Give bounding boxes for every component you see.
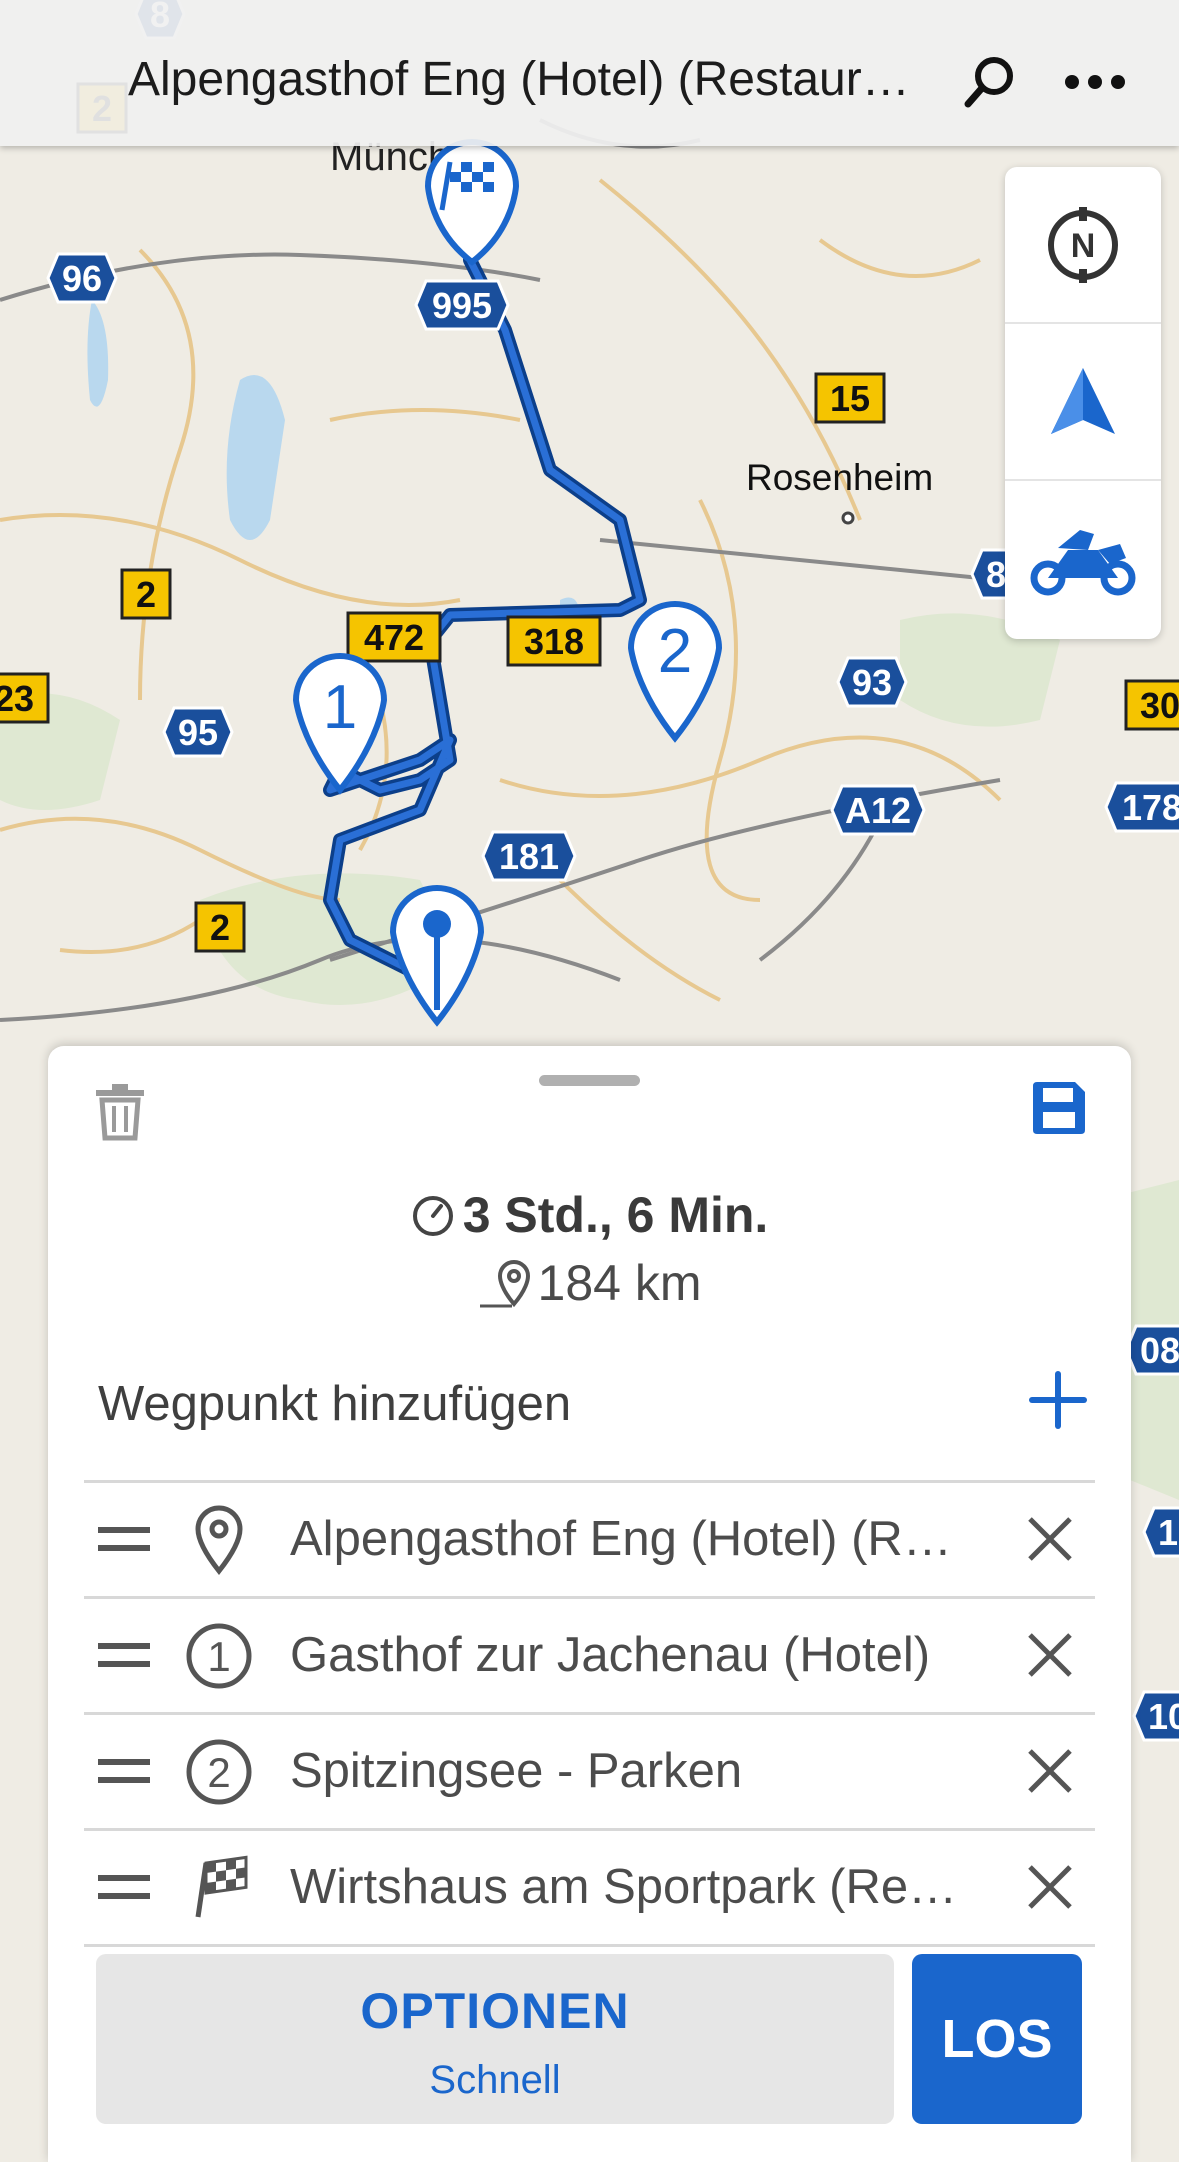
road-shield-label: 178 xyxy=(1122,787,1179,828)
road-shield-label: 30 xyxy=(1140,685,1179,726)
trash-icon[interactable] xyxy=(92,1082,148,1142)
road-shield-label: 93 xyxy=(852,662,892,703)
road-shield-08: 08 xyxy=(1124,1324,1179,1376)
waypoint-label: Gasthof zur Jachenau (Hotel) xyxy=(290,1628,931,1682)
drag-handle-icon[interactable] xyxy=(98,1635,150,1675)
top-bar: Alpengasthof Eng (Hotel) (Restaurant) xyxy=(0,0,1179,146)
road-shield-label: 15 xyxy=(830,378,870,419)
more-options-icon[interactable] xyxy=(1060,52,1130,112)
vehicle-profile-button[interactable] xyxy=(1005,481,1161,638)
save-icon[interactable] xyxy=(1031,1080,1087,1136)
checkered-flag-icon xyxy=(195,1855,248,1918)
waypoint-label: Spitzingsee - Parken xyxy=(290,1744,743,1798)
add-waypoint-label[interactable]: Wegpunkt hinzufügen xyxy=(98,1376,571,1432)
search-icon[interactable] xyxy=(960,52,1020,112)
road-shield-30: 30 xyxy=(1124,679,1179,731)
road-shield-label: 96 xyxy=(62,258,102,299)
road-shield-472: 472 xyxy=(346,611,442,663)
road-shield-93: 93 xyxy=(836,656,908,708)
road-shield-15: 15 xyxy=(814,372,886,424)
drag-handle-icon[interactable] xyxy=(98,1519,150,1559)
svg-text:1: 1 xyxy=(207,1633,230,1680)
waypoint-row[interactable]: Wirtshaus am Sportpark (Restaurant) xyxy=(84,1828,1095,1947)
waypoint-label: Wirtshaus am Sportpark (Restaurant) xyxy=(290,1860,970,1914)
road-shield-2: 2 xyxy=(120,568,172,620)
close-icon[interactable] xyxy=(1024,1629,1076,1681)
road-shield-label: 472 xyxy=(364,617,424,658)
road-shield-label: 2 xyxy=(210,907,230,948)
svg-text:1: 1 xyxy=(323,673,357,742)
road-shield-23: 23 xyxy=(0,672,50,724)
road-shield-181: 181 xyxy=(481,830,577,882)
sheet-drag-handle[interactable] xyxy=(539,1075,640,1086)
waypoint-row[interactable]: 1 Gasthof zur Jachenau (Hotel) xyxy=(84,1596,1095,1712)
compass-north-icon: N xyxy=(1048,206,1118,283)
road-shield-label: 95 xyxy=(178,712,218,753)
go-button[interactable]: LOS xyxy=(912,1954,1082,2124)
city-label-rosenheim: Rosenheim xyxy=(746,457,933,498)
svg-text:2: 2 xyxy=(207,1749,230,1796)
close-icon[interactable] xyxy=(1024,1745,1076,1797)
road-shield-178: 178 xyxy=(1104,781,1179,833)
navigation-arrow-icon xyxy=(1051,367,1115,434)
road-shield-label: 23 xyxy=(0,678,34,719)
road-shield-label: 1 xyxy=(1158,1512,1178,1553)
duration-text: 3 Std., 6 Min. xyxy=(462,1187,769,1243)
road-shield-label: 318 xyxy=(524,621,584,662)
route-planner-sheet: 3 Std., 6 Min. 184 km Wegpunkt hinzufüge… xyxy=(48,1046,1131,2162)
road-shield-318: 318 xyxy=(506,615,602,667)
navigate-button[interactable] xyxy=(1005,324,1161,481)
plus-icon[interactable] xyxy=(1028,1368,1088,1432)
distance-text: 184 km xyxy=(537,1255,702,1311)
route-title[interactable]: Alpengasthof Eng (Hotel) (Restaurant) xyxy=(128,52,928,107)
road-shield-2: 2 xyxy=(194,901,246,953)
options-mode: Schnell xyxy=(429,2058,561,2102)
waypoint-row[interactable]: Alpengasthof Eng (Hotel) (Restaurant) xyxy=(84,1480,1095,1596)
waypoint-label: Alpengasthof Eng (Hotel) (Restaurant) xyxy=(290,1512,970,1566)
road-shield-label: 08 xyxy=(1140,1330,1179,1371)
compass-button[interactable]: N xyxy=(1005,167,1161,324)
road-shield-label: 181 xyxy=(499,836,559,877)
road-shield-label: A12 xyxy=(845,790,911,831)
circle-2-icon: 2 xyxy=(186,1739,252,1805)
distance-pin-icon xyxy=(479,1260,530,1308)
circle-1-icon: 1 xyxy=(186,1623,252,1689)
road-shield-A12: A12 xyxy=(830,784,926,836)
road-shield-995: 995 xyxy=(414,279,510,331)
options-button[interactable]: OPTIONEN Schnell xyxy=(96,1954,894,2124)
motorcycle-icon xyxy=(1030,529,1136,595)
drag-handle-icon[interactable] xyxy=(98,1751,150,1791)
road-shield-10: 10 xyxy=(1132,1690,1179,1742)
svg-text:2: 2 xyxy=(658,617,692,686)
close-icon[interactable] xyxy=(1024,1513,1076,1565)
drag-handle-icon[interactable] xyxy=(98,1867,150,1907)
waypoint-list: Alpengasthof Eng (Hotel) (Restaurant) 1 … xyxy=(84,1480,1095,1947)
clock-icon xyxy=(412,1196,453,1236)
road-shield-label: 10 xyxy=(1148,1696,1179,1737)
route-distance: 184 km xyxy=(48,1254,1131,1312)
options-label: OPTIONEN xyxy=(360,1983,630,2039)
road-shield-96: 96 xyxy=(46,252,118,304)
close-icon[interactable] xyxy=(1024,1861,1076,1913)
svg-text:N: N xyxy=(1071,227,1096,265)
waypoint-row[interactable]: 2 Spitzingsee - Parken xyxy=(84,1712,1095,1828)
road-shield-label: 995 xyxy=(432,285,492,326)
location-pin-icon xyxy=(195,1505,243,1575)
road-shield-label: 8 xyxy=(986,554,1006,595)
road-shield-95: 95 xyxy=(162,706,234,758)
route-duration: 3 Std., 6 Min. xyxy=(48,1186,1131,1244)
road-shield-label: 2 xyxy=(136,574,156,615)
map-controls: N xyxy=(1005,167,1161,639)
